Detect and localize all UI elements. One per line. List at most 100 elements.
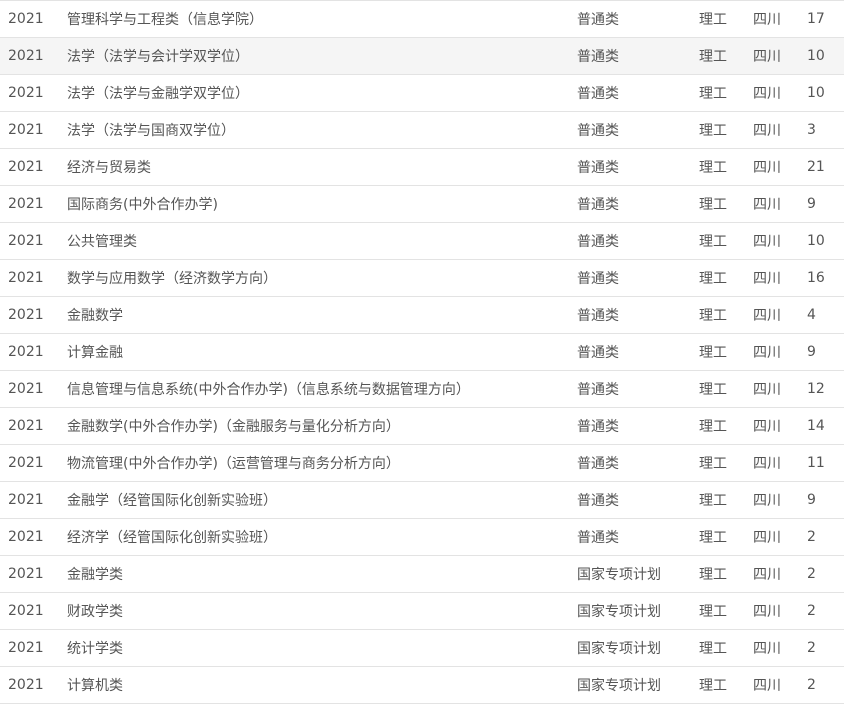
cell-major: 统计学类 (67, 641, 123, 657)
cell-admission-type: 普通类 (577, 197, 619, 213)
cell-major: 物流管理(中外合作办学)（运营管理与商务分析方向） (67, 456, 400, 472)
cell-province: 四川 (753, 12, 781, 28)
cell-subject: 理工 (699, 641, 727, 657)
table-row[interactable]: 2021 法学（法学与会计学双学位） 普通类 理工 四川 10 (0, 38, 844, 75)
table-row[interactable]: 2021 统计学类 国家专项计划 理工 四川 2 (0, 630, 844, 667)
table-row[interactable]: 2021 信息管理与信息系统(中外合作办学)（信息系统与数据管理方向） 普通类 理工 四… (0, 371, 844, 408)
cell-major: 计算金融 (67, 345, 123, 361)
cell-year: 2021 (8, 603, 44, 619)
cell-subject: 理工 (699, 160, 727, 176)
cell-admission-type: 国家专项计划 (577, 567, 661, 583)
cell-admission-type: 普通类 (577, 86, 619, 102)
cell-year: 2021 (8, 233, 44, 249)
cell-year: 2021 (8, 270, 44, 286)
cell-province: 四川 (753, 567, 781, 583)
cell-subject: 理工 (699, 382, 727, 398)
cell-subject: 理工 (699, 530, 727, 546)
cell-count: 11 (807, 455, 825, 471)
table-row[interactable]: 2021 金融学类 国家专项计划 理工 四川 2 (0, 556, 844, 593)
table-row[interactable]: 2021 计算金融 普通类 理工 四川 9 (0, 334, 844, 371)
cell-year: 2021 (8, 677, 44, 693)
table-row[interactable]: 2021 物流管理(中外合作办学)（运营管理与商务分析方向） 普通类 理工 四川 11 (0, 445, 844, 482)
cell-province: 四川 (753, 345, 781, 361)
cell-major: 国际商务(中外合作办学) (67, 197, 218, 213)
cell-major: 数学与应用数学（经济数学方向） (67, 271, 277, 287)
cell-province: 四川 (753, 456, 781, 472)
table-row[interactable]: 2021 法学（法学与金融学双学位） 普通类 理工 四川 10 (0, 75, 844, 112)
table-row[interactable]: 2021 计算机类 国家专项计划 理工 四川 2 (0, 667, 844, 704)
cell-count: 9 (807, 344, 816, 360)
cell-subject: 理工 (699, 197, 727, 213)
cell-province: 四川 (753, 86, 781, 102)
cell-major: 公共管理类 (67, 234, 137, 250)
cell-province: 四川 (753, 382, 781, 398)
cell-year: 2021 (8, 85, 44, 101)
table-row[interactable]: 2021 经济学（经管国际化创新实验班） 普通类 理工 四川 2 (0, 519, 844, 556)
cell-count: 14 (807, 418, 825, 434)
cell-admission-type: 普通类 (577, 160, 619, 176)
table-row[interactable]: 2021 金融学（经管国际化创新实验班） 普通类 理工 四川 9 (0, 482, 844, 519)
cell-province: 四川 (753, 234, 781, 250)
cell-count: 2 (807, 566, 816, 582)
cell-year: 2021 (8, 566, 44, 582)
cell-subject: 理工 (699, 604, 727, 620)
cell-province: 四川 (753, 530, 781, 546)
cell-major: 经济学（经管国际化创新实验班） (67, 530, 277, 546)
cell-count: 16 (807, 270, 825, 286)
table-row[interactable]: 2021 金融数学(中外合作办学)（金融服务与量化分析方向） 普通类 理工 四川 14 (0, 408, 844, 445)
cell-province: 四川 (753, 160, 781, 176)
cell-admission-type: 普通类 (577, 234, 619, 250)
cell-count: 9 (807, 492, 816, 508)
cell-admission-type: 普通类 (577, 530, 619, 546)
table-row[interactable]: 2021 财政学类 国家专项计划 理工 四川 2 (0, 593, 844, 630)
table-row[interactable]: 2021 国际商务(中外合作办学) 普通类 理工 四川 9 (0, 186, 844, 223)
cell-count: 2 (807, 529, 816, 545)
cell-subject: 理工 (699, 419, 727, 435)
cell-admission-type: 普通类 (577, 419, 619, 435)
cell-year: 2021 (8, 159, 44, 175)
table-row[interactable]: 2021 数学与应用数学（经济数学方向） 普通类 理工 四川 16 (0, 260, 844, 297)
cell-admission-type: 普通类 (577, 345, 619, 361)
cell-major: 信息管理与信息系统(中外合作办学)（信息系统与数据管理方向） (67, 382, 470, 398)
cell-province: 四川 (753, 419, 781, 435)
cell-subject: 理工 (699, 456, 727, 472)
cell-admission-type: 国家专项计划 (577, 604, 661, 620)
cell-major: 经济与贸易类 (67, 160, 151, 176)
cell-count: 2 (807, 677, 816, 693)
cell-year: 2021 (8, 381, 44, 397)
cell-admission-type: 普通类 (577, 123, 619, 139)
cell-major: 金融数学(中外合作办学)（金融服务与量化分析方向） (67, 419, 400, 435)
cell-year: 2021 (8, 344, 44, 360)
cell-count: 10 (807, 233, 825, 249)
table-row[interactable]: 2021 公共管理类 普通类 理工 四川 10 (0, 223, 844, 260)
cell-year: 2021 (8, 307, 44, 323)
cell-year: 2021 (8, 11, 44, 27)
cell-year: 2021 (8, 418, 44, 434)
table-row[interactable]: 2021 管理科学与工程类（信息学院） 普通类 理工 四川 17 (0, 1, 844, 38)
cell-count: 21 (807, 159, 825, 175)
cell-province: 四川 (753, 123, 781, 139)
cell-subject: 理工 (699, 234, 727, 250)
cell-year: 2021 (8, 455, 44, 471)
table-row[interactable]: 2021 法学（法学与国商双学位） 普通类 理工 四川 3 (0, 112, 844, 149)
cell-count: 2 (807, 640, 816, 656)
cell-year: 2021 (8, 529, 44, 545)
cell-subject: 理工 (699, 493, 727, 509)
cell-major: 法学（法学与国商双学位） (67, 123, 235, 139)
cell-province: 四川 (753, 49, 781, 65)
cell-count: 9 (807, 196, 816, 212)
table-row[interactable]: 2021 金融数学 普通类 理工 四川 4 (0, 297, 844, 334)
cell-count: 4 (807, 307, 816, 323)
cell-major: 法学（法学与金融学双学位） (67, 86, 249, 102)
table-row[interactable]: 2021 经济与贸易类 普通类 理工 四川 21 (0, 149, 844, 186)
cell-subject: 理工 (699, 123, 727, 139)
cell-year: 2021 (8, 196, 44, 212)
cell-province: 四川 (753, 641, 781, 657)
cell-major: 计算机类 (67, 678, 123, 694)
cell-subject: 理工 (699, 49, 727, 65)
cell-count: 17 (807, 11, 825, 27)
cell-major: 法学（法学与会计学双学位） (67, 49, 249, 65)
cell-province: 四川 (753, 604, 781, 620)
cell-admission-type: 普通类 (577, 12, 619, 28)
cell-major: 金融学（经管国际化创新实验班） (67, 493, 277, 509)
